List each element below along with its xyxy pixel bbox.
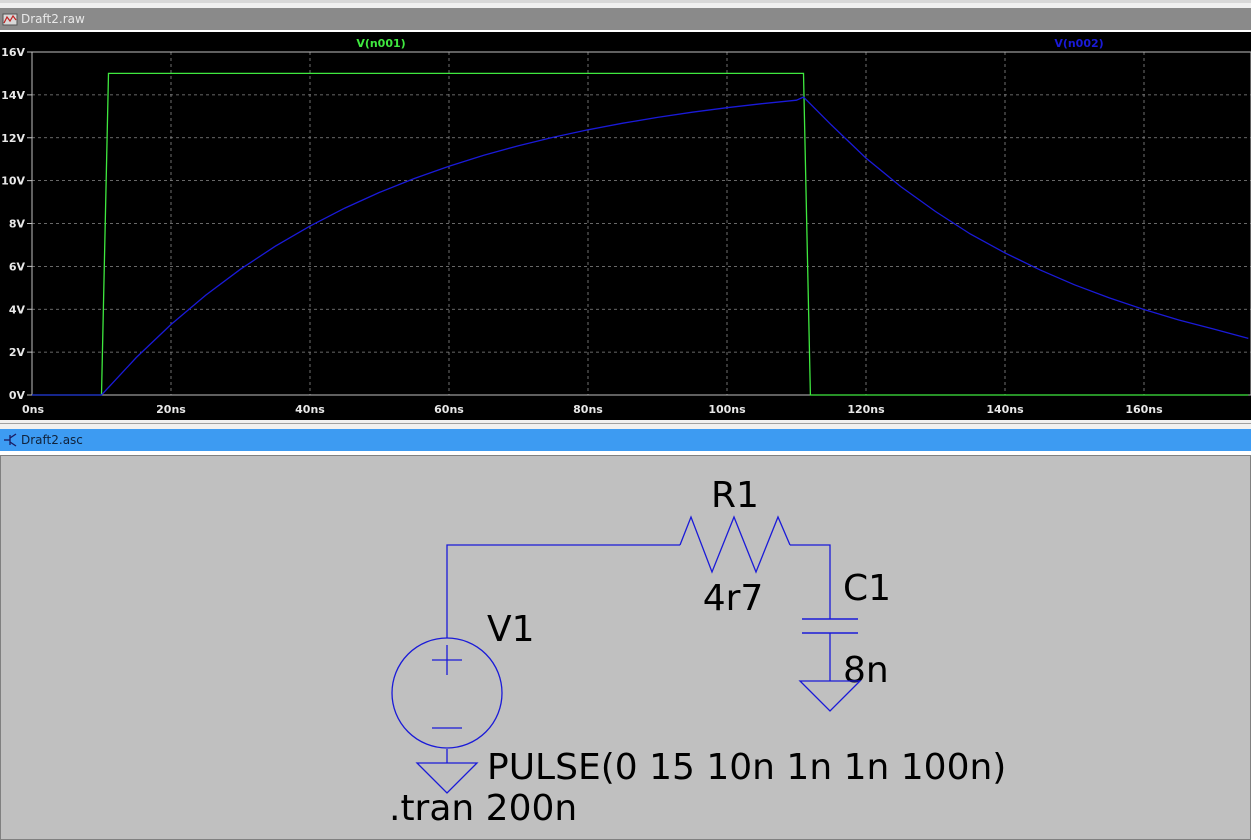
y-tick-label: 2V [9, 346, 26, 359]
source-value-label[interactable]: PULSE(0 15 10n 1n 1n 100n) [487, 747, 1006, 788]
y-tick-label: 12V [1, 132, 25, 145]
y-tick-label: 4V [9, 303, 26, 316]
x-tick-label: 40ns [295, 403, 325, 416]
waveform-plot[interactable]: 0ns 20ns 40ns 60ns 80ns 100ns 120ns 140ns 160ns 0… [0, 32, 1251, 420]
x-tick-label: 140ns [986, 403, 1024, 416]
y-tick-label: 6V [9, 260, 26, 273]
waveform-icon [2, 13, 18, 26]
schematic-window-title: Draft2.asc [21, 433, 83, 447]
x-tick-label: 60ns [434, 403, 464, 416]
capacitor-value-label[interactable]: 8n [843, 650, 889, 691]
legend-label-v-n001[interactable]: V(n001) [356, 37, 405, 50]
capacitor-ref-label[interactable]: C1 [843, 568, 891, 609]
y-tick-label: 10V [1, 175, 25, 188]
schematic-canvas[interactable]: R1 4r7 C1 8n V1 PULSE(0 15 10n 1n 1n 100… [0, 455, 1251, 840]
schematic-icon [4, 433, 17, 447]
plot-background [0, 32, 1251, 420]
x-tick-label: 80ns [573, 403, 603, 416]
legend-label-v-n002[interactable]: V(n002) [1054, 37, 1103, 50]
x-tick-label: 160ns [1125, 403, 1163, 416]
x-tick-label: 120ns [847, 403, 885, 416]
x-tick-label: 0ns [22, 403, 44, 416]
waveform-window-titlebar[interactable]: Draft2.raw [0, 8, 1251, 30]
x-tick-label: 20ns [156, 403, 186, 416]
x-tick-label: 100ns [708, 403, 746, 416]
y-tick-label: 14V [1, 89, 25, 102]
source-ref-label[interactable]: V1 [487, 609, 535, 650]
y-tick-label: 0V [9, 389, 26, 402]
window-separator [0, 420, 1251, 429]
resistor-ref-label[interactable]: R1 [711, 475, 759, 516]
schematic-window-titlebar[interactable]: Draft2.asc [0, 429, 1251, 451]
top-border [0, 0, 1251, 3]
waveform-window-title: Draft2.raw [21, 12, 85, 26]
y-tick-label: 8V [9, 218, 26, 231]
resistor-value-label[interactable]: 4r7 [703, 578, 764, 619]
y-tick-label: 16V [1, 46, 25, 59]
spice-directive[interactable]: .tran 200n [389, 788, 577, 829]
